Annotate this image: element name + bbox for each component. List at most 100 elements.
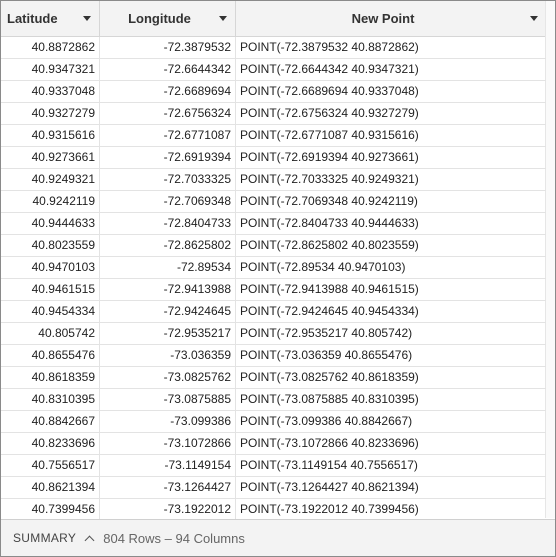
latitude-cell[interactable]: 40.9337048 (1, 81, 100, 102)
table-row[interactable]: 40.9461515 -72.9413988 POINT(-72.9413988 4… (1, 279, 546, 301)
longitude-cell[interactable]: -73.1149154 (100, 455, 236, 476)
summary-bar: SUMMARY 804 Rows – 94 Columns (1, 519, 555, 556)
new-point-cell[interactable]: POINT(-73.0825762 40.8618359) (236, 367, 546, 388)
latitude-cell[interactable]: 40.9454334 (1, 301, 100, 322)
new-point-cell[interactable]: POINT(-72.9535217 40.805742) (236, 323, 546, 344)
summary-toggle-button[interactable]: SUMMARY (1, 531, 95, 545)
latitude-cell[interactable]: 40.8310395 (1, 389, 100, 410)
new-point-cell[interactable]: POINT(-72.3879532 40.8872862) (236, 37, 546, 58)
longitude-cell[interactable]: -73.0825762 (100, 367, 236, 388)
table-row[interactable]: 40.8023559 -72.8625802 POINT(-72.8625802 4… (1, 235, 546, 257)
table-row[interactable]: 40.8842667 -73.099386 POINT(-73.099386 40.… (1, 411, 546, 433)
latitude-cell[interactable]: 40.9315616 (1, 125, 100, 146)
table-row[interactable]: 40.8618359 -73.0825762 POINT(-73.0825762 4… (1, 367, 546, 389)
latitude-cell[interactable]: 40.9249321 (1, 169, 100, 190)
longitude-cell[interactable]: -72.6756324 (100, 103, 236, 124)
new-point-cell[interactable]: POINT(-73.1264427 40.8621394) (236, 477, 546, 498)
latitude-cell[interactable]: 40.8842667 (1, 411, 100, 432)
new-point-cell[interactable]: POINT(-72.6919394 40.9273661) (236, 147, 546, 168)
longitude-cell[interactable]: -73.036359 (100, 345, 236, 366)
longitude-cell[interactable]: -72.9413988 (100, 279, 236, 300)
table-row[interactable]: 40.7399456 -73.1922012 POINT(-73.1922012 4… (1, 499, 546, 521)
longitude-cell[interactable]: -72.7033325 (100, 169, 236, 190)
caret-down-icon[interactable] (219, 16, 227, 21)
longitude-cell[interactable]: -72.6644342 (100, 59, 236, 80)
column-header-new-point[interactable]: New Point (236, 1, 546, 36)
new-point-cell[interactable]: POINT(-72.8404733 40.9444633) (236, 213, 546, 234)
longitude-cell[interactable]: -73.099386 (100, 411, 236, 432)
longitude-cell[interactable]: -73.1264427 (100, 477, 236, 498)
new-point-cell[interactable]: POINT(-72.7069348 40.9242119) (236, 191, 546, 212)
new-point-cell[interactable]: POINT(-72.9413988 40.9461515) (236, 279, 546, 300)
longitude-cell[interactable]: -72.9535217 (100, 323, 236, 344)
longitude-cell[interactable]: -72.7069348 (100, 191, 236, 212)
column-header-latitude[interactable]: Latitude (1, 1, 100, 36)
longitude-cell[interactable]: -72.89534 (100, 257, 236, 278)
vertical-scrollbar[interactable] (545, 1, 555, 518)
table-row[interactable]: 40.9315616 -72.6771087 POINT(-72.6771087 4… (1, 125, 546, 147)
new-point-cell[interactable]: POINT(-72.6771087 40.9315616) (236, 125, 546, 146)
table-row[interactable]: 40.9444633 -72.8404733 POINT(-72.8404733 4… (1, 213, 546, 235)
latitude-cell[interactable]: 40.9327279 (1, 103, 100, 124)
table-body: 40.8872862 -72.3879532 POINT(-72.3879532 4… (1, 37, 546, 556)
latitude-cell[interactable]: 40.8655476 (1, 345, 100, 366)
longitude-cell[interactable]: -73.0875885 (100, 389, 236, 410)
longitude-cell[interactable]: -72.6919394 (100, 147, 236, 168)
new-point-cell[interactable]: POINT(-73.0875885 40.8310395) (236, 389, 546, 410)
new-point-cell[interactable]: POINT(-73.1149154 40.7556517) (236, 455, 546, 476)
latitude-cell[interactable]: 40.9242119 (1, 191, 100, 212)
new-point-cell[interactable]: POINT(-72.9424645 40.9454334) (236, 301, 546, 322)
table-row[interactable]: 40.8310395 -73.0875885 POINT(-73.0875885 4… (1, 389, 546, 411)
table-row[interactable]: 40.805742 -72.9535217 POINT(-72.9535217 40… (1, 323, 546, 345)
longitude-cell[interactable]: -72.8625802 (100, 235, 236, 256)
table-row[interactable]: 40.8621394 -73.1264427 POINT(-73.1264427 4… (1, 477, 546, 499)
longitude-cell[interactable]: -72.8404733 (100, 213, 236, 234)
latitude-cell[interactable]: 40.8233696 (1, 433, 100, 454)
latitude-cell[interactable]: 40.8621394 (1, 477, 100, 498)
table-row[interactable]: 40.8233696 -73.1072866 POINT(-73.1072866 4… (1, 433, 546, 455)
new-point-cell[interactable]: POINT(-72.6689694 40.9337048) (236, 81, 546, 102)
longitude-cell[interactable]: -72.6689694 (100, 81, 236, 102)
longitude-cell[interactable]: -72.6771087 (100, 125, 236, 146)
table-row[interactable]: 40.9327279 -72.6756324 POINT(-72.6756324 4… (1, 103, 546, 125)
table-row[interactable]: 40.9337048 -72.6689694 POINT(-72.6689694 4… (1, 81, 546, 103)
column-header-label: New Point (351, 11, 415, 26)
table-row[interactable]: 40.9454334 -72.9424645 POINT(-72.9424645 4… (1, 301, 546, 323)
new-point-cell[interactable]: POINT(-72.8625802 40.8023559) (236, 235, 546, 256)
latitude-cell[interactable]: 40.9444633 (1, 213, 100, 234)
table-row[interactable]: 40.9347321 -72.6644342 POINT(-72.6644342 4… (1, 59, 546, 81)
longitude-cell[interactable]: -73.1922012 (100, 499, 236, 520)
table-row[interactable]: 40.9273661 -72.6919394 POINT(-72.6919394 4… (1, 147, 546, 169)
table-row[interactable]: 40.8872862 -72.3879532 POINT(-72.3879532 4… (1, 37, 546, 59)
table-row[interactable]: 40.8655476 -73.036359 POINT(-73.036359 40.… (1, 345, 546, 367)
new-point-cell[interactable]: POINT(-73.1922012 40.7399456) (236, 499, 546, 520)
new-point-cell[interactable]: POINT(-72.7033325 40.9249321) (236, 169, 546, 190)
column-header-longitude[interactable]: Longitude (100, 1, 236, 36)
new-point-cell[interactable]: POINT(-72.89534 40.9470103) (236, 257, 546, 278)
longitude-cell[interactable]: -72.9424645 (100, 301, 236, 322)
latitude-cell[interactable]: 40.9470103 (1, 257, 100, 278)
latitude-cell[interactable]: 40.8618359 (1, 367, 100, 388)
new-point-cell[interactable]: POINT(-73.1072866 40.8233696) (236, 433, 546, 454)
new-point-cell[interactable]: POINT(-73.099386 40.8842667) (236, 411, 546, 432)
column-header-label: Longitude (128, 11, 191, 26)
latitude-cell[interactable]: 40.9347321 (1, 59, 100, 80)
new-point-cell[interactable]: POINT(-72.6756324 40.9327279) (236, 103, 546, 124)
table-row[interactable]: 40.9470103 -72.89534 POINT(-72.89534 40.94… (1, 257, 546, 279)
caret-down-icon[interactable] (530, 16, 538, 21)
new-point-cell[interactable]: POINT(-73.036359 40.8655476) (236, 345, 546, 366)
table-row[interactable]: 40.7556517 -73.1149154 POINT(-73.1149154 4… (1, 455, 546, 477)
latitude-cell[interactable]: 40.9273661 (1, 147, 100, 168)
caret-down-icon[interactable] (83, 16, 91, 21)
longitude-cell[interactable]: -73.1072866 (100, 433, 236, 454)
latitude-cell[interactable]: 40.7556517 (1, 455, 100, 476)
longitude-cell[interactable]: -72.3879532 (100, 37, 236, 58)
latitude-cell[interactable]: 40.805742 (1, 323, 100, 344)
new-point-cell[interactable]: POINT(-72.6644342 40.9347321) (236, 59, 546, 80)
latitude-cell[interactable]: 40.9461515 (1, 279, 100, 300)
latitude-cell[interactable]: 40.7399456 (1, 499, 100, 520)
latitude-cell[interactable]: 40.8023559 (1, 235, 100, 256)
table-row[interactable]: 40.9242119 -72.7069348 POINT(-72.7069348 4… (1, 191, 546, 213)
table-row[interactable]: 40.9249321 -72.7033325 POINT(-72.7033325 4… (1, 169, 546, 191)
latitude-cell[interactable]: 40.8872862 (1, 37, 100, 58)
